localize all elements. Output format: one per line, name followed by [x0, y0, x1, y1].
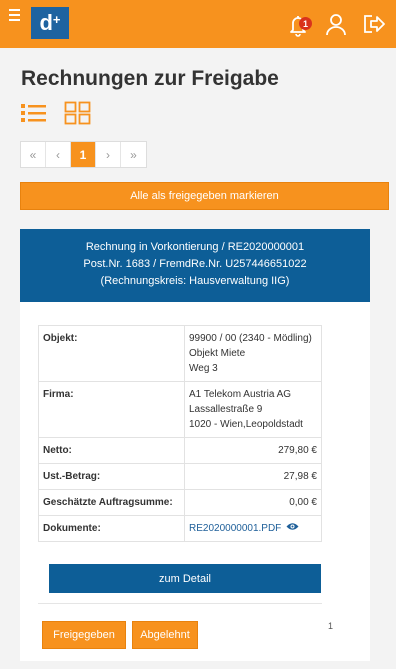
logo-plus: + [52, 11, 61, 27]
detail-button[interactable]: zum Detail [49, 564, 321, 593]
invoice-header: Rechnung in Vorkontierung / RE2020000001… [20, 229, 370, 302]
pagination-current-page[interactable]: 1 [71, 142, 96, 167]
firma-line-2: Lassallestraße 9 [189, 404, 263, 415]
menu-icon[interactable] [9, 9, 20, 23]
document-link[interactable]: RE2020000001.PDF [189, 523, 281, 534]
divider [38, 603, 322, 604]
approve-button[interactable]: Freigegeben [42, 621, 126, 649]
app-logo[interactable]: d + [31, 7, 69, 39]
objekt-line-2: Objekt Miete [189, 348, 246, 359]
objekt-line-3: Weg 3 [189, 363, 218, 374]
objekt-line-1: 99900 / 00 (2340 - Mödling) [189, 333, 312, 344]
table-row: Netto: 279,80 € [38, 437, 322, 464]
reject-button[interactable]: Abgelehnt [132, 621, 198, 649]
dokumente-value: RE2020000001.PDF [184, 514, 322, 543]
logo-text: d [39, 10, 53, 35]
firma-value: A1 Telekom Austria AG Lassallestraße 9 1… [184, 381, 322, 438]
table-row: Geschätzte Auftragsumme: 0,00 € [38, 489, 322, 516]
objekt-label: Objekt: [38, 325, 185, 382]
table-row: Objekt: 99900 / 00 (2340 - Mödling) Obje… [38, 325, 322, 382]
user-icon[interactable] [322, 10, 350, 38]
netto-label: Netto: [38, 437, 185, 464]
invoice-title: Rechnung in Vorkontierung / RE2020000001 [85, 241, 305, 253]
pagination-next[interactable]: › [96, 142, 121, 167]
netto-value: 279,80 € [184, 437, 322, 464]
pagination-last[interactable]: » [121, 142, 146, 167]
invoice-post-number: Post.Nr. 1683 / FremdRe.Nr. U25744665102… [83, 258, 307, 270]
dokumente-label: Dokumente: [38, 514, 185, 543]
page-title: Rechnungen zur Freigabe [21, 67, 279, 90]
eye-icon[interactable] [286, 521, 299, 536]
table-row: Firma: A1 Telekom Austria AG Lassallestr… [38, 381, 322, 438]
pagination: « ‹ 1 › » [20, 141, 147, 168]
firma-label: Firma: [38, 381, 185, 438]
auftragsumme-value: 0,00 € [184, 489, 322, 516]
objekt-value: 99900 / 00 (2340 - Mödling) Objekt Miete… [184, 325, 322, 382]
ust-label: Ust.-Betrag: [38, 463, 185, 490]
invoice-circle: (Rechnungskreis: Hausverwaltung IIG) [100, 275, 290, 287]
auftragsumme-label: Geschätzte Auftragsumme: [38, 489, 185, 516]
pagination-prev[interactable]: ‹ [46, 142, 71, 167]
bell-icon[interactable]: 1 [284, 10, 312, 38]
pagination-first[interactable]: « [21, 142, 46, 167]
list-view-icon[interactable] [20, 101, 48, 125]
ust-value: 27,98 € [184, 463, 322, 490]
top-bar: d + 1 [0, 0, 396, 48]
firma-line-1: A1 Telekom Austria AG [189, 389, 292, 400]
mark-all-approved-button[interactable]: Alle als freigegeben markieren [20, 182, 389, 210]
invoice-card: Rechnung in Vorkontierung / RE2020000001… [20, 229, 370, 661]
grid-view-icon[interactable] [64, 101, 92, 125]
top-icons: 1 [284, 10, 388, 38]
invoice-details-table: Objekt: 99900 / 00 (2340 - Mödling) Obje… [38, 325, 322, 543]
table-row: Dokumente: RE2020000001.PDF [38, 514, 322, 543]
notification-badge: 1 [299, 17, 312, 30]
table-row: Ust.-Betrag: 27,98 € [38, 463, 322, 490]
invoice-index: 1 [327, 621, 333, 631]
logout-icon[interactable] [360, 10, 388, 38]
firma-line-3: 1020 - Wien,Leopoldstadt [189, 419, 303, 430]
view-toggle [20, 101, 92, 125]
